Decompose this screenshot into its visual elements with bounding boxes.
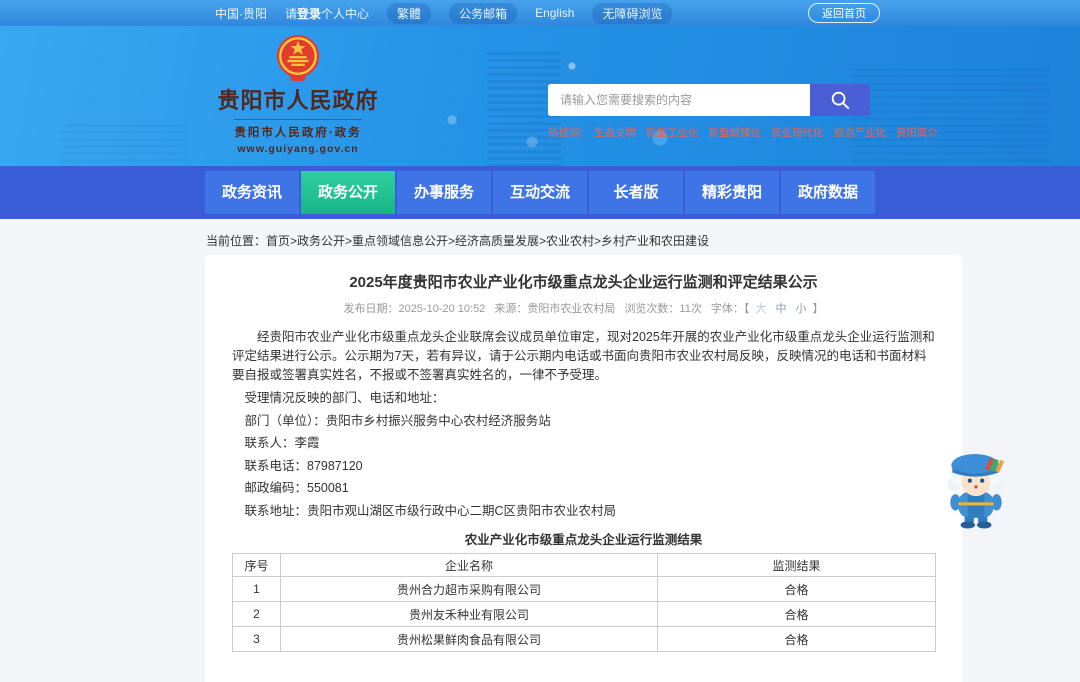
publish-date: 发布日期：2025-10-20 10:52: [343, 303, 486, 315]
cell-result: 合格: [657, 601, 936, 627]
contact-line: 部门（单位）：贵阳市乡村振兴服务中心农村经济服务站: [244, 413, 551, 428]
contact-line: 联系人：李霞: [244, 436, 320, 450]
nav-tab[interactable]: 办事服务: [397, 171, 491, 214]
site-title: 贵阳市人民政府: [217, 88, 379, 113]
topbar-link[interactable]: 公务邮箱: [449, 2, 518, 24]
service-mascot-widget[interactable]: [940, 450, 1012, 532]
site-logo[interactable]: 贵阳市人民政府 贵阳市人民政府·政务 www.guiyang.gov.cn: [208, 33, 388, 155]
breadcrumb: 当前位置：首页>政务公开>重点领域信息公开>经济高质量发展>农业农村>乡村产业和…: [0, 219, 1080, 249]
search-button[interactable]: [810, 84, 870, 116]
cell-result: 合格: [657, 626, 936, 652]
contact-line: 联系电话：87987120: [244, 458, 363, 473]
cell-index: 3: [232, 626, 281, 652]
hot-search-row: 热搜词： 生态文明 新型工业化 新型城镇化 农业现代化 旅游产业化 贵阳简介: [548, 125, 938, 140]
topbar-link[interactable]: 繁體: [387, 2, 432, 24]
font-size-label-close: 】: [812, 303, 824, 315]
cell-index: 1: [232, 576, 281, 602]
nav-tab[interactable]: 长者版: [589, 171, 683, 214]
topbar-link[interactable]: English: [535, 6, 574, 20]
article-source: 来源：贵阳市农业农村局: [494, 303, 616, 315]
contact-line: 受理情况反映的部门、电话和地址：: [244, 391, 445, 405]
nav-tab[interactable]: 精彩贵阳: [685, 171, 779, 214]
table-row: 2 贵州友禾种业有限公司 合格: [232, 601, 936, 627]
table-header-cell: 监测结果: [657, 553, 936, 577]
hot-search-word[interactable]: 贵阳简介: [896, 125, 938, 140]
login-prefix: 请: [285, 6, 298, 21]
article-intro: 经贵阳市农业产业化市级重点龙头企业联席会议成员单位审定，现对2025年开展的农业…: [232, 330, 935, 382]
cell-company-name: 贵州友禾种业有限公司: [280, 601, 658, 627]
table-header-cell: 序号: [232, 553, 281, 577]
hot-search-word[interactable]: 农业现代化: [771, 125, 824, 140]
search-block: 热搜词： 生态文明新型工业化新型城镇化农业现代化旅游产业化贵阳简介: [548, 84, 938, 140]
service-mascot-icon: [947, 453, 1005, 529]
contact-line: 邮政编码：550081: [244, 481, 349, 495]
font-size-large[interactable]: 大: [755, 303, 766, 315]
back-to-home-button[interactable]: 返回首页: [808, 3, 880, 23]
table-row: 3 贵州松果鲜肉食品有限公司 合格: [232, 626, 936, 652]
main-nav: 政务资讯 政务公开 办事服务 互动交流 长者版 精彩贵阳 政府数据: [0, 166, 1080, 219]
topbar-link[interactable]: 无障碍浏览: [592, 2, 673, 24]
site-url: www.guiyang.gov.cn: [237, 143, 359, 155]
article-meta: 发布日期：2025-10-20 10:52 来源：贵阳市农业农村局 浏览次数：1…: [205, 300, 962, 316]
search-icon: [831, 91, 850, 110]
cell-index: 2: [232, 601, 281, 627]
hot-search-words: 生态文明 新型工业化 新型城镇化 农业现代化 旅游产业化 贵阳简介: [594, 125, 938, 140]
table-row: 1 贵州合力超市采购有限公司 合格: [232, 576, 936, 602]
hot-search-word[interactable]: 新型工业化: [646, 125, 699, 140]
hot-search-word[interactable]: 旅游产业化: [834, 125, 887, 140]
hot-search-word[interactable]: 新型城镇化: [709, 125, 762, 140]
contact-line: 联系地址：贵阳市观山湖区市级行政中心二期C区贵阳市农业农村局: [244, 503, 617, 518]
login-link[interactable]: 请登录个人中心: [285, 5, 369, 22]
cell-result: 合格: [657, 576, 936, 602]
cell-company-name: 贵州松果鲜肉食品有限公司: [280, 626, 658, 652]
nav-tabs: 政务资讯 政务公开 办事服务 互动交流 长者版 精彩贵阳 政府数据: [205, 171, 875, 214]
view-count: 浏览次数：11次: [624, 303, 702, 315]
nav-tab[interactable]: 政务公开: [301, 171, 395, 214]
font-size-medium[interactable]: 中: [775, 303, 786, 315]
login-suffix: 个人中心: [321, 6, 370, 21]
article-title: 2025年度贵阳市农业产业化市级重点龙头企业运行监测和评定结果公示: [349, 274, 818, 291]
cell-company-name: 贵州合力超市采购有限公司: [280, 576, 658, 602]
font-size-small[interactable]: 小: [796, 303, 807, 315]
article-card: 2025年度贵阳市农业产业化市级重点龙头企业运行监测和评定结果公示 发布日期：2…: [205, 255, 962, 682]
table-body: 1 贵州合力超市采购有限公司 合格 2 贵州友禾种业有限公司 合格 3 贵州松果…: [232, 576, 936, 652]
table-caption: 农业产业化市级重点龙头企业运行监测结果: [464, 533, 703, 547]
article-body: 经贵阳市农业产业化市级重点龙头企业联席会议成员单位审定，现对2025年开展的农业…: [205, 316, 962, 652]
site-tagline: 贵阳市人民政府·政务: [234, 119, 362, 140]
monitoring-result-table: 序号 企业名称 监测结果 1 贵州合力超市采购有限公司 合格 2 贵州友禾种业有限公…: [232, 553, 936, 652]
search-input[interactable]: [548, 84, 810, 116]
hot-search-label: 热搜词：: [548, 127, 590, 139]
site-header: 贵阳市人民政府 贵阳市人民政府·政务 www.guiyang.gov.cn 热搜…: [0, 26, 1080, 166]
table-header-cell: 企业名称: [280, 553, 658, 577]
national-emblem-icon: [276, 34, 320, 81]
login-bold[interactable]: 登录: [297, 7, 321, 21]
building-silhouette: [58, 124, 188, 166]
font-size-label: 字体：【: [710, 303, 750, 315]
nav-tab[interactable]: 政务资讯: [205, 171, 299, 214]
table-header-row: 序号 企业名称 监测结果: [232, 553, 936, 577]
nav-tab[interactable]: 互动交流: [493, 171, 587, 214]
top-utility-bar: 中国·贵阳 请登录个人中心 繁體 公务邮箱 English 无障碍浏览 返回首页: [0, 0, 1080, 26]
hot-search-word[interactable]: 生态文明: [594, 125, 636, 140]
breadcrumb-label: 当前位置：: [206, 234, 267, 248]
topbar-links: 繁體 公务邮箱 English 无障碍浏览: [387, 2, 690, 24]
nav-tab[interactable]: 政府数据: [781, 171, 875, 214]
breadcrumb-path[interactable]: 首页>政务公开>重点领域信息公开>经济高质量发展>农业农村>乡村产业和农田建设: [266, 234, 709, 248]
region-link[interactable]: 中国·贵阳: [215, 5, 267, 22]
contact-lines: 受理情况反映的部门、电话和地址： 部门（单位）：贵阳市乡村振兴服务中心农村经济服务…: [232, 389, 935, 520]
